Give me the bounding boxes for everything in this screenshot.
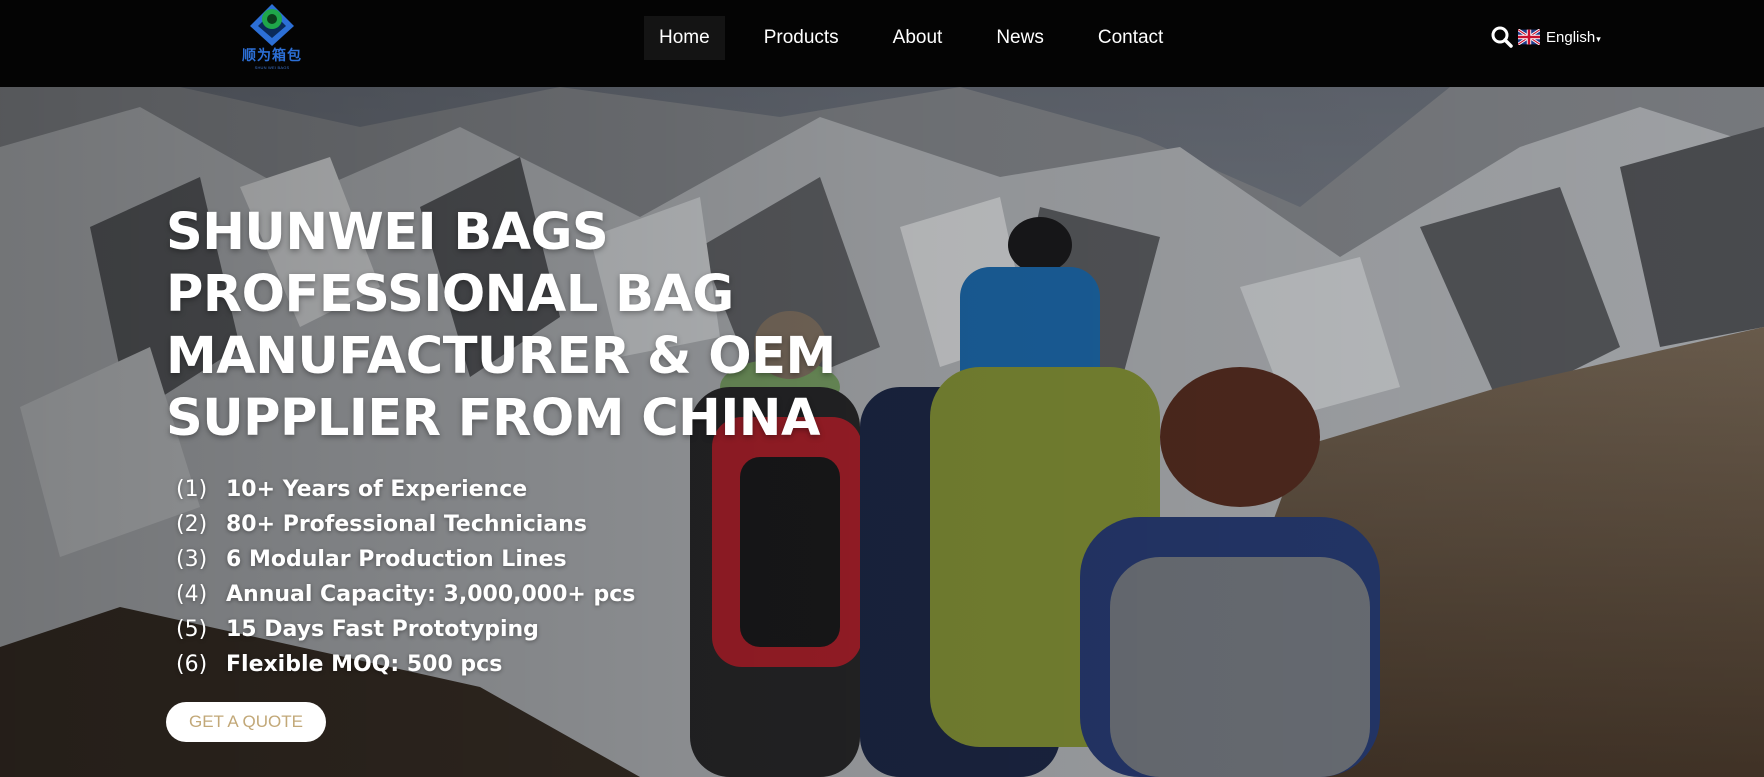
hero-banner: SHUNWEI BAGS PROFESSIONAL BAG MANUFACTUR… (0, 87, 1764, 777)
feature-item: (1) 10+ Years of Experience (176, 472, 635, 507)
language-selector[interactable]: English▾ (1546, 29, 1601, 46)
feature-text: Annual Capacity: 3,000,000+ pcs (226, 582, 636, 607)
feature-number: (5) (176, 617, 208, 642)
feature-item: (3) 6 Modular Production Lines (176, 542, 635, 577)
nav-contact[interactable]: Contact (1083, 16, 1178, 60)
feature-text: 80+ Professional Technicians (226, 512, 587, 537)
feature-item: (2) 80+ Professional Technicians (176, 507, 635, 542)
feature-text: 10+ Years of Experience (226, 477, 528, 502)
main-nav: Home Products About News Contact (644, 16, 1202, 60)
hero-title: SHUNWEI BAGS PROFESSIONAL BAG MANUFACTUR… (166, 203, 836, 448)
feature-number: (4) (176, 582, 208, 607)
language-label: English (1546, 28, 1596, 46)
header-tools: English▾ (1490, 24, 1601, 50)
brand-logo[interactable]: 顺为箱包 SHUN WEI BAGS (236, 2, 308, 72)
feature-number: (2) (176, 512, 208, 537)
feature-number: (6) (176, 652, 208, 677)
feature-list: (1) 10+ Years of Experience (2) 80+ Profes… (176, 472, 635, 682)
feature-number: (3) (176, 547, 208, 572)
logo-subtitle: SHUN WEI BAGS (254, 65, 290, 70)
logo-emblem-icon (250, 4, 294, 46)
nav-news[interactable]: News (981, 16, 1059, 60)
nav-home[interactable]: Home (644, 16, 725, 60)
search-icon[interactable] (1490, 25, 1514, 49)
chevron-down-icon: ▾ (1596, 33, 1601, 44)
feature-text: 15 Days Fast Prototyping (226, 617, 539, 642)
uk-flag-icon[interactable] (1518, 29, 1540, 45)
feature-item: (4) Annual Capacity: 3,000,000+ pcs (176, 577, 635, 612)
nav-products[interactable]: Products (749, 16, 854, 60)
logo-wordmark: 顺为箱包 (242, 48, 302, 64)
feature-text: 6 Modular Production Lines (226, 547, 567, 572)
feature-number: (1) (176, 477, 208, 502)
site-header: 顺为箱包 SHUN WEI BAGS Home Products About N… (0, 0, 1764, 87)
nav-about[interactable]: About (878, 16, 958, 60)
feature-text: Flexible MOQ: 500 pcs (226, 652, 503, 677)
feature-item: (6) Flexible MOQ: 500 pcs (176, 647, 635, 682)
get-a-quote-button[interactable]: GET A QUOTE (166, 702, 326, 742)
feature-item: (5) 15 Days Fast Prototyping (176, 612, 635, 647)
